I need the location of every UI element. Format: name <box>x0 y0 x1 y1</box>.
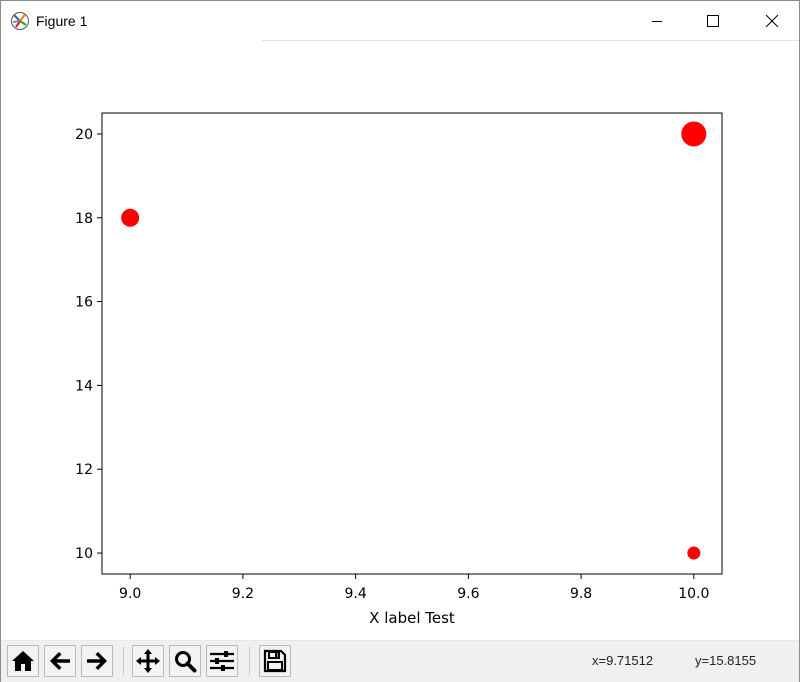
cursor-y-readout: y=15.8155 <box>695 653 757 668</box>
scatter-point <box>681 121 707 147</box>
forward-button[interactable] <box>81 645 113 677</box>
x-tick-label: 10.0 <box>678 586 709 602</box>
y-tick-label: 16 <box>75 295 93 311</box>
pan-button[interactable] <box>132 645 164 677</box>
toolbar-separator <box>123 647 124 675</box>
arrow-right-icon <box>87 652 107 670</box>
scatter-point <box>121 208 140 227</box>
navigation-toolbar <box>1 640 799 682</box>
minimize-button[interactable] <box>634 1 680 40</box>
cursor-x-readout: x=9.71512 <box>592 653 654 668</box>
x-tick-label: 9.4 <box>345 586 367 602</box>
move-icon <box>136 649 160 673</box>
magnifier-icon <box>175 651 197 673</box>
x-tick-label: 9.8 <box>570 586 592 602</box>
window-title: Figure 1 <box>36 13 88 29</box>
home-button[interactable] <box>7 645 39 677</box>
y-tick-label: 14 <box>75 378 93 394</box>
scatter-point <box>687 546 701 560</box>
axes: 9.0 9.2 9.4 9.6 9.8 10.0 10 12 14 16 18 20 <box>75 127 709 602</box>
x-tick-label: 9.2 <box>232 586 254 602</box>
arrow-left-icon <box>50 652 70 670</box>
save-button[interactable] <box>259 645 291 677</box>
close-icon <box>765 14 779 27</box>
maximize-icon <box>707 14 719 27</box>
y-tick-label: 18 <box>75 211 93 227</box>
scatter-chart[interactable]: 9.0 9.2 9.4 9.6 9.8 10.0 10 12 14 16 18 20 X label … <box>1 41 799 639</box>
sliders-icon <box>210 651 234 671</box>
title-bar[interactable]: Figure 1 <box>1 1 799 40</box>
maximize-button[interactable] <box>690 1 736 40</box>
y-tick-label: 12 <box>75 462 93 478</box>
x-axis-label: X label Test <box>369 609 455 627</box>
minimize-icon <box>652 20 662 22</box>
back-button[interactable] <box>44 645 76 677</box>
x-tick-label: 9.0 <box>119 586 141 602</box>
matplotlib-logo-icon <box>11 12 29 30</box>
floppy-disk-icon <box>263 649 287 673</box>
figure-window: Figure 1 9.0 9.2 9.4 9.6 9.8 10.0 10 12 14 16 18 20… <box>0 0 800 682</box>
x-tick-label: 9.6 <box>457 586 479 602</box>
y-tick-label: 10 <box>75 546 93 562</box>
y-tick-label: 20 <box>75 127 93 143</box>
home-icon <box>12 651 34 671</box>
axes-frame <box>101 112 723 575</box>
toolbar-separator <box>249 647 250 675</box>
chart-marks <box>121 121 707 560</box>
zoom-button[interactable] <box>169 645 201 677</box>
close-button[interactable] <box>749 1 795 40</box>
figure-canvas[interactable]: 9.0 9.2 9.4 9.6 9.8 10.0 10 12 14 16 18 20 X label … <box>1 41 799 639</box>
configure-subplots-button[interactable] <box>206 645 238 677</box>
